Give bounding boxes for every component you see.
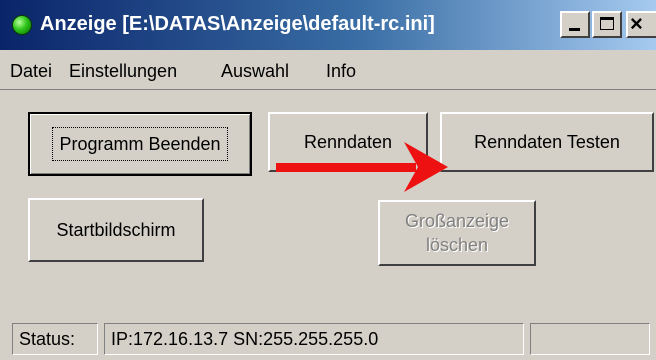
window-title: Anzeige [E:\DATAS\Anzeige\default-rc.ini…: [40, 13, 435, 35]
start-screen-label: Startbildschirm: [56, 220, 176, 240]
close-icon: ×: [630, 11, 643, 36]
quit-program-label: Programm Beenden: [52, 127, 228, 161]
app-status-icon: [12, 15, 32, 35]
race-data-button[interactable]: Renndaten: [268, 112, 428, 172]
close-button[interactable]: ×: [626, 11, 656, 38]
menu-auswahl[interactable]: Auswahl: [221, 60, 289, 82]
quit-program-button[interactable]: Programm Beenden: [28, 112, 252, 176]
maximize-icon: [600, 17, 614, 30]
race-data-label: Renndaten: [303, 132, 393, 152]
race-data-test-button[interactable]: Renndaten Testen: [440, 112, 654, 172]
race-data-test-label: Renndaten Testen: [474, 132, 620, 152]
status-label: Status:: [12, 323, 98, 355]
status-bar: Status: IP:172.16.13.7 SN:255.255.255.0: [0, 318, 656, 360]
clear-big-display-label-line1: Großanzeige: [404, 211, 510, 231]
start-screen-button[interactable]: Startbildschirm: [28, 198, 204, 262]
clear-big-display-button[interactable]: Großanzeige löschen: [378, 200, 536, 266]
clear-big-display-label-line2: löschen: [425, 235, 489, 255]
menu-datei[interactable]: Datei: [10, 60, 52, 82]
menu-info[interactable]: Info: [326, 60, 356, 82]
maximize-button[interactable]: [592, 11, 622, 38]
minimize-button[interactable]: [560, 11, 590, 38]
app-window: Anzeige [E:\DATAS\Anzeige\default-rc.ini…: [0, 0, 656, 360]
menu-bar: Datei Einstellungen Auswahl Info: [0, 50, 656, 90]
title-bar[interactable]: Anzeige [E:\DATAS\Anzeige\default-rc.ini…: [0, 0, 656, 50]
menu-einstellungen[interactable]: Einstellungen: [69, 60, 177, 82]
status-network-info: IP:172.16.13.7 SN:255.255.255.0: [104, 323, 524, 355]
status-extra-panel: [530, 323, 650, 355]
minimize-icon: [569, 28, 580, 31]
